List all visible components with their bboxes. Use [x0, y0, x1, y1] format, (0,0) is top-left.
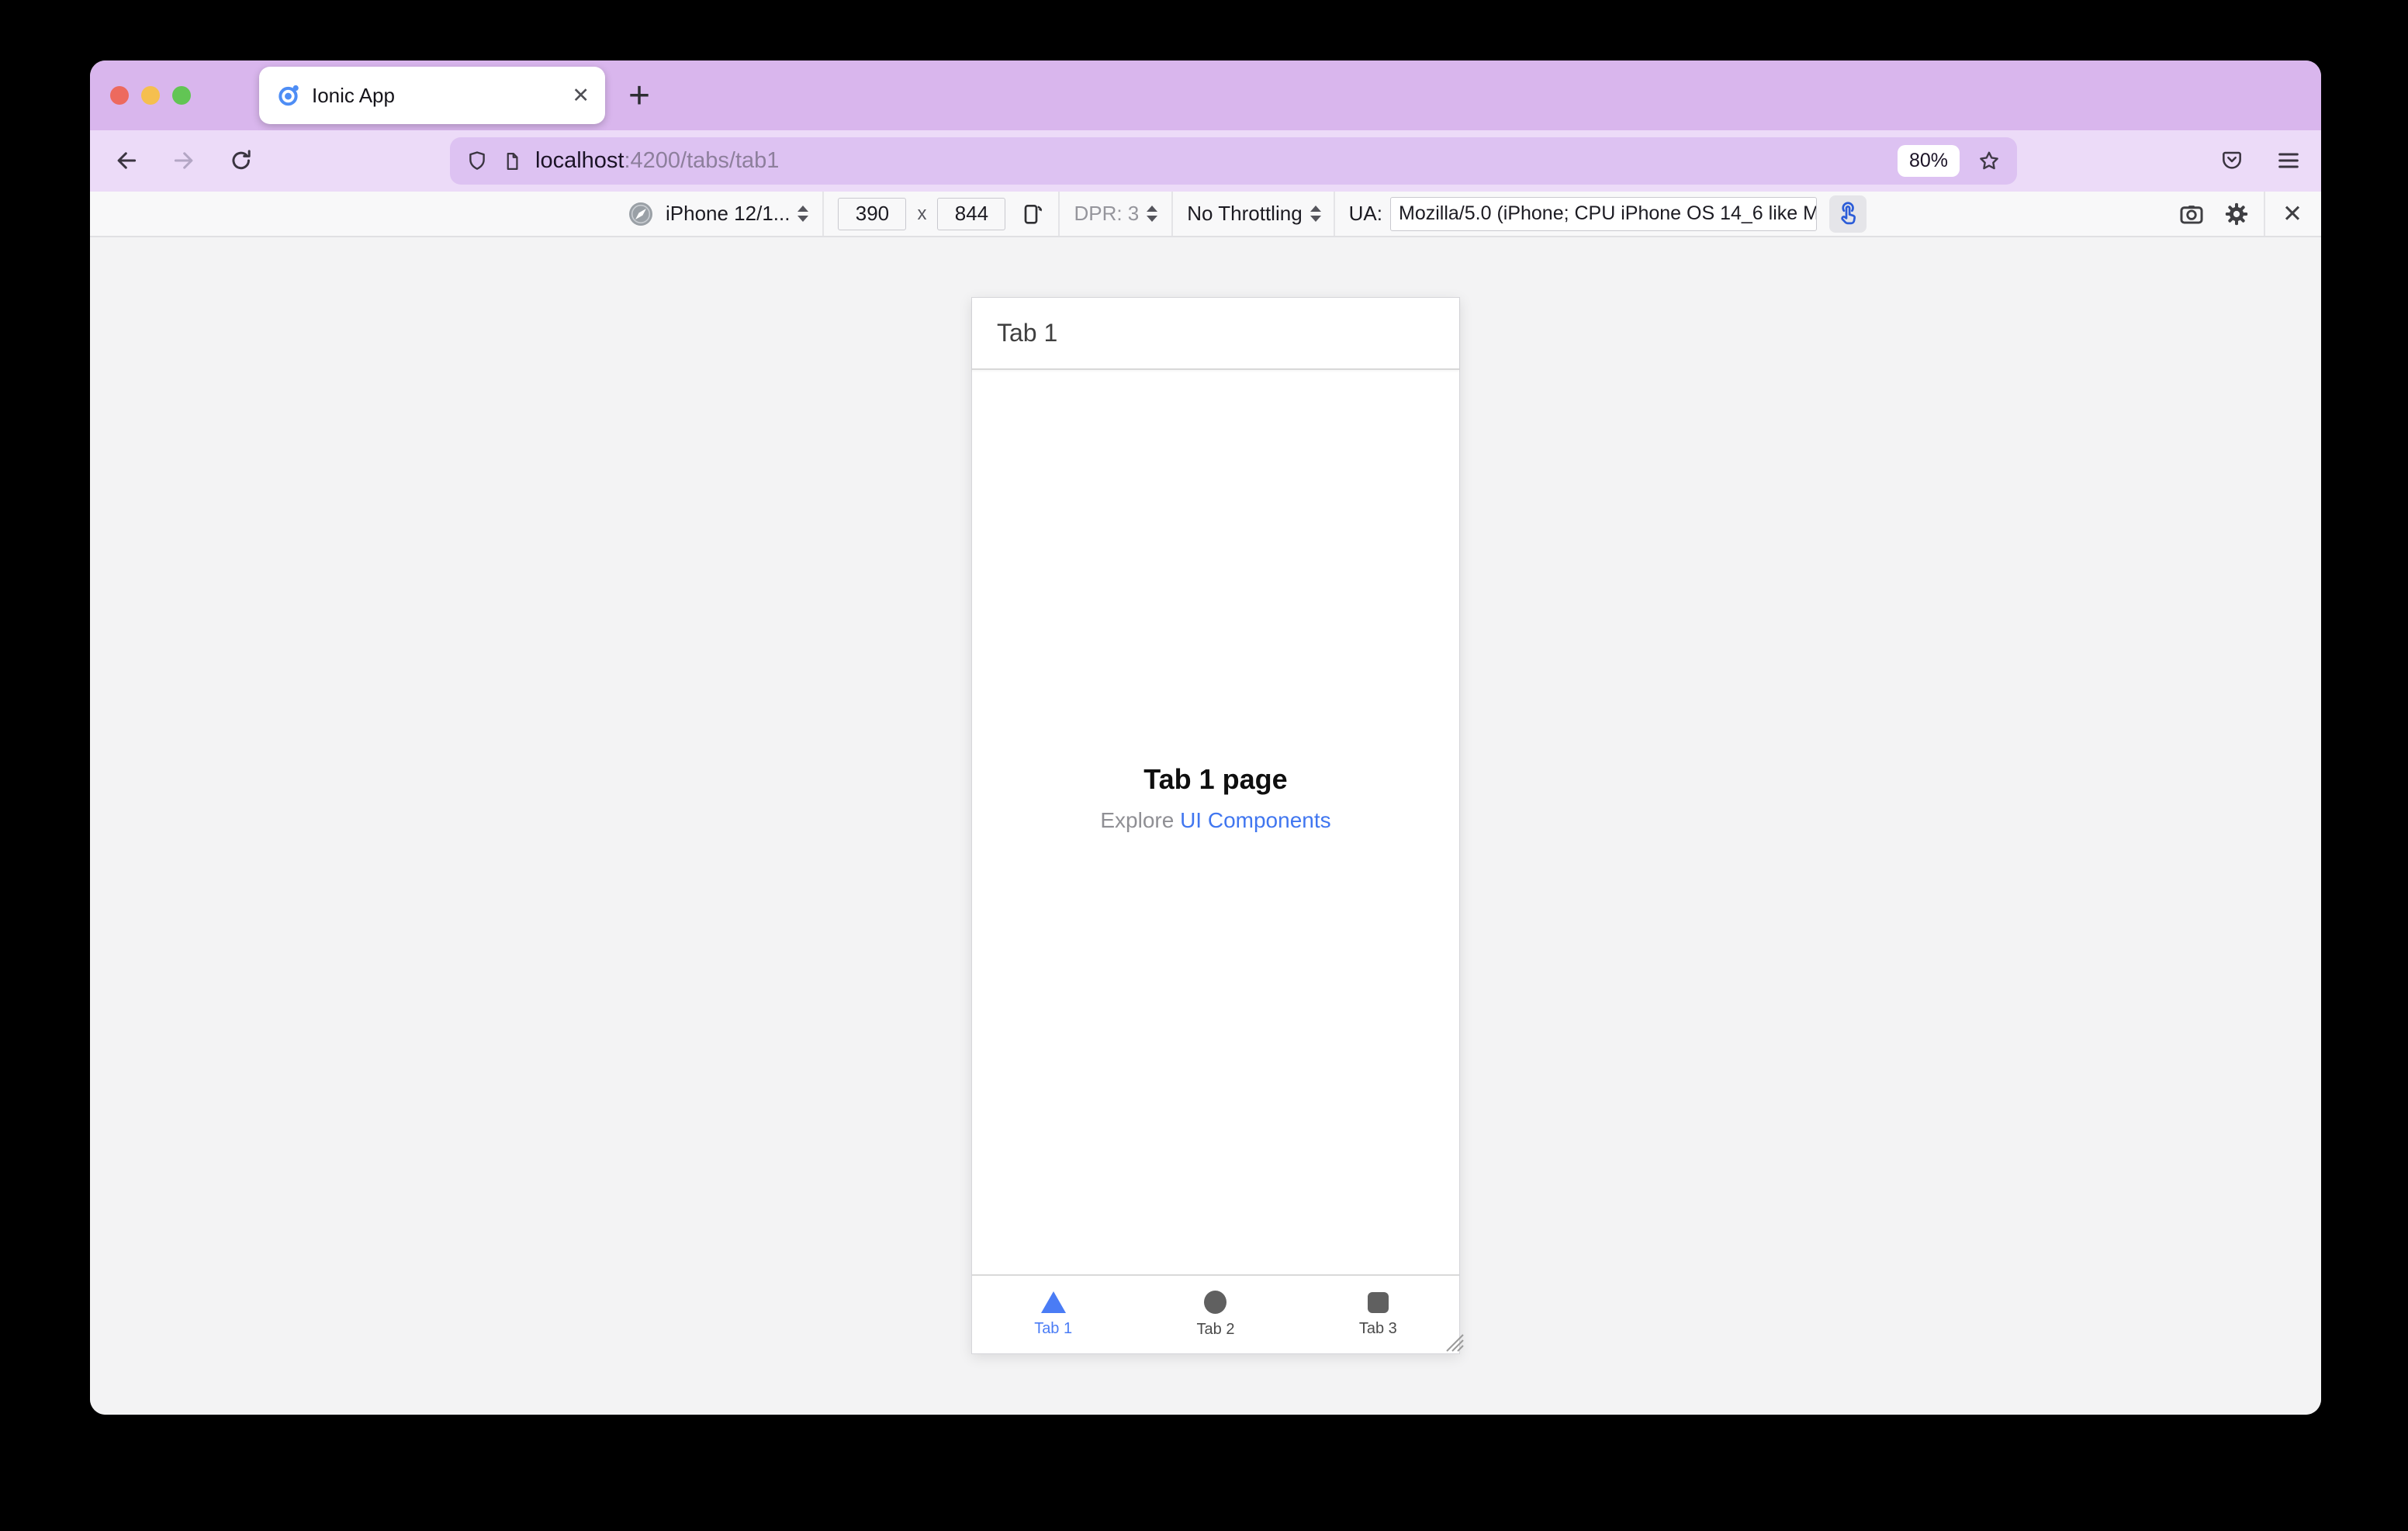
tab-title: Ionic App — [312, 83, 395, 107]
dpr-stepper-icon[interactable] — [1147, 206, 1158, 222]
viewport-width-input[interactable]: 390 — [838, 197, 907, 230]
close-window-button[interactable] — [110, 86, 129, 105]
page-subtitle: Explore UI Components — [972, 808, 1459, 833]
ui-components-link[interactable]: UI Components — [1180, 808, 1331, 832]
circle-icon — [1204, 1291, 1227, 1314]
desktop-background: Ionic App ✕ + localhost:4200/tabs/tab1 8… — [0, 0, 2408, 1531]
url-bar[interactable]: localhost:4200/tabs/tab1 80% — [450, 137, 2017, 185]
dimensions-times-label: x — [917, 202, 927, 224]
rotate-viewport-icon[interactable] — [1019, 202, 1044, 226]
subtitle-prefix: Explore — [1100, 808, 1181, 832]
viewport-resize-handle-icon[interactable] — [1444, 1332, 1465, 1353]
app-menu-button[interactable] — [2271, 143, 2306, 178]
rdm-toolbar: iPhone 12/1... 390 x 844 DPR: 3 No Throt… — [90, 192, 2321, 237]
app-content: Tab 1 page Explore UI Components — [972, 372, 1459, 1274]
dpr-label[interactable]: DPR: 3 — [1074, 202, 1139, 226]
ua-label: UA: — [1348, 202, 1382, 225]
rdm-close-icon[interactable]: ✕ — [2282, 202, 2302, 226]
page-title: Tab 1 page — [1143, 763, 1288, 795]
navigation-toolbar: localhost:4200/tabs/tab1 80% — [90, 130, 2321, 192]
shield-icon[interactable] — [465, 150, 489, 173]
viewport-height-input[interactable]: 844 — [937, 197, 1006, 230]
throttling-stepper-icon[interactable] — [1310, 206, 1321, 222]
arrow-right-icon — [174, 152, 193, 169]
back-button[interactable] — [109, 143, 144, 178]
app-tab-bar: Tab 1 Tab 2 Tab 3 — [972, 1274, 1459, 1353]
reload-button[interactable] — [223, 143, 259, 178]
ionic-favicon-icon — [279, 85, 299, 106]
tab-button-tab1[interactable]: Tab 1 — [972, 1276, 1134, 1353]
page-zoom-badge[interactable]: 80% — [1897, 145, 1960, 177]
pocket-button[interactable] — [2214, 143, 2250, 178]
rdm-separator — [1171, 192, 1174, 236]
titlebar: Ionic App ✕ + — [90, 60, 2321, 130]
page-info-icon[interactable] — [501, 150, 523, 172]
rdm-separator — [1058, 192, 1060, 236]
minimize-window-button[interactable] — [141, 86, 160, 105]
url-host: localhost — [535, 148, 624, 173]
url-path: :4200/tabs/tab1 — [624, 148, 780, 173]
rdm-settings-gear-icon[interactable] — [2223, 201, 2250, 227]
zoom-window-button[interactable] — [172, 86, 191, 105]
app-content-container: Tab 1 page Explore UI Components — [972, 763, 1459, 833]
device-selector[interactable]: iPhone 12/1... — [666, 202, 790, 226]
rdm-separator — [2264, 192, 2266, 236]
url-text: localhost:4200/tabs/tab1 — [535, 148, 779, 174]
screenshot-camera-icon[interactable] — [2178, 201, 2205, 227]
rdm-canvas: Tab 1 Tab 1 page Explore UI Components T… — [90, 237, 2321, 1415]
app-header: Tab 1 — [972, 298, 1459, 370]
reload-icon — [232, 150, 251, 170]
rdm-separator — [822, 192, 825, 236]
rdm-separator — [1333, 192, 1335, 236]
new-tab-button[interactable]: + — [616, 60, 663, 130]
app-header-title: Tab 1 — [997, 319, 1058, 347]
user-agent-input[interactable]: Mozilla/5.0 (iPhone; CPU iPhone OS 14_6 … — [1390, 196, 1817, 231]
tab-label: Tab 3 — [1358, 1319, 1397, 1337]
device-selector-stepper-icon[interactable] — [797, 206, 809, 222]
forward-button[interactable] — [166, 143, 202, 178]
arrow-left-icon — [117, 152, 137, 169]
safari-compass-icon — [629, 202, 652, 226]
tab-close-icon[interactable]: ✕ — [572, 85, 590, 106]
tab-label: Tab 1 — [1034, 1320, 1073, 1337]
browser-tab[interactable]: Ionic App ✕ — [259, 67, 605, 124]
star-icon — [1980, 151, 1998, 169]
device-viewport: Tab 1 Tab 1 page Explore UI Components T… — [971, 297, 1464, 1354]
traffic-lights — [110, 86, 191, 105]
throttling-selector[interactable]: No Throttling — [1187, 202, 1302, 226]
hamburger-menu-icon — [2278, 153, 2299, 168]
rdm-right-controls: ✕ — [2178, 192, 2321, 236]
browser-window: Ionic App ✕ + localhost:4200/tabs/tab1 8… — [90, 60, 2321, 1415]
square-icon — [1367, 1291, 1389, 1313]
tab-button-tab3[interactable]: Tab 3 — [1297, 1276, 1459, 1353]
bookmark-button[interactable] — [1972, 144, 2006, 178]
pocket-icon — [2223, 151, 2241, 169]
touch-simulation-toggle[interactable] — [1829, 195, 1867, 233]
touch-hand-icon — [1841, 201, 1856, 224]
triangle-icon — [1040, 1291, 1066, 1313]
tab-label: Tab 2 — [1196, 1321, 1235, 1338]
tab-button-tab2[interactable]: Tab 2 — [1134, 1276, 1296, 1353]
